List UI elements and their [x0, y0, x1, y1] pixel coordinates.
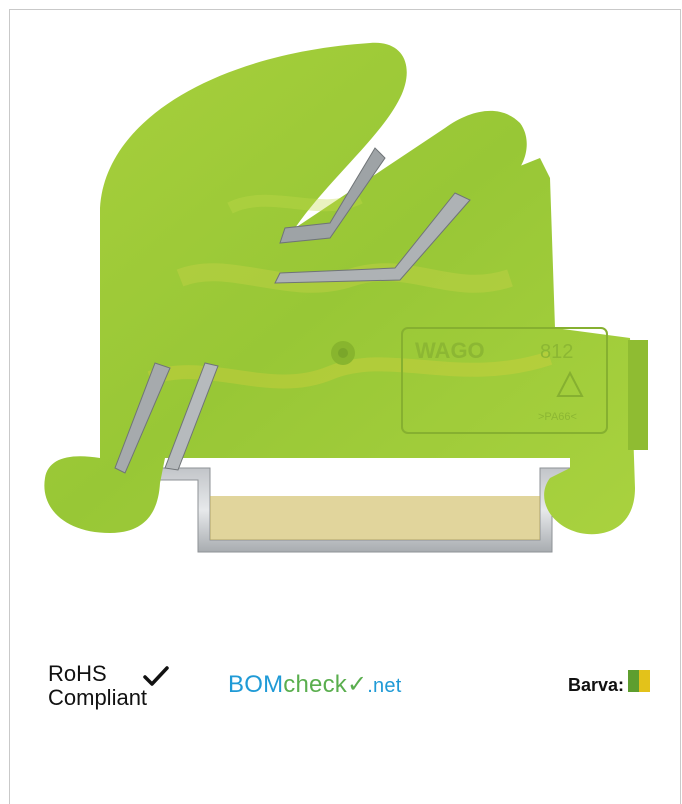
din-rail: [149, 467, 591, 553]
product-footer: RoHS Compliant BOMcheck✓.net Barva:: [48, 660, 658, 720]
color-swatch-yellow: [639, 670, 650, 692]
rohs-compliant-label: Compliant: [48, 685, 148, 710]
rohs-label: RoHS: [48, 661, 107, 686]
bomcheck-net: .net: [367, 675, 402, 697]
color-label: Barva:: [567, 675, 624, 695]
part-number: 812: [540, 341, 573, 363]
rohs-badge: RoHS Compliant: [48, 661, 169, 710]
color-swatch-green: [628, 670, 639, 692]
bomcheck-check: check: [283, 671, 347, 698]
brand-mark: WAGO: [415, 338, 485, 363]
bomcheck-logo[interactable]: BOMcheck✓.net: [228, 670, 401, 699]
bomcheck-checkmark-icon: ✓: [346, 671, 368, 698]
material-mark: >PA66<: [538, 411, 577, 423]
terminal-body: [44, 42, 648, 535]
product-image: WAGO 812 >PA66<: [44, 42, 648, 553]
color-swatch[interactable]: [628, 670, 650, 692]
bomcheck-bom: BOM: [228, 671, 284, 698]
checkmark-icon: [143, 666, 169, 686]
